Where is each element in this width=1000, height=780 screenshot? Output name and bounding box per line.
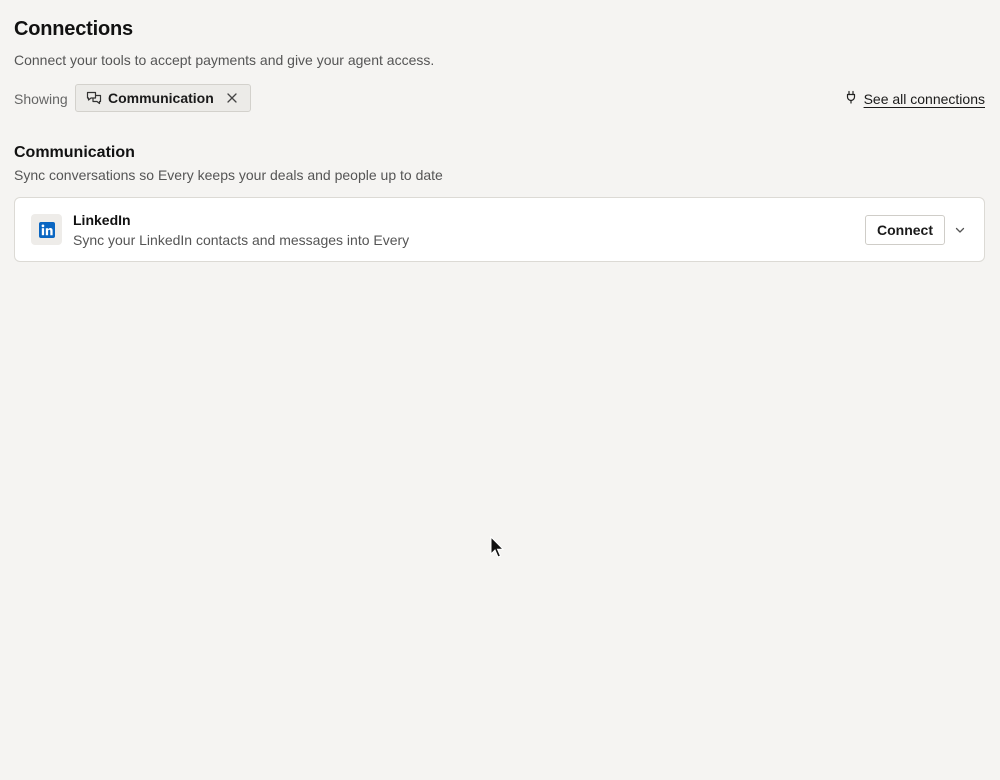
showing-label: Showing [14, 91, 68, 107]
see-all-connections-link[interactable]: See all connections [844, 90, 985, 107]
close-icon[interactable] [224, 90, 240, 106]
see-all-connections-label: See all connections [863, 90, 985, 107]
plug-icon [844, 90, 858, 107]
mouse-cursor-icon [490, 535, 505, 558]
active-filter-chip: Communication [75, 84, 251, 112]
integration-description: Sync your LinkedIn contacts and messages… [73, 232, 410, 248]
linkedin-icon [31, 214, 62, 245]
connections-page: Connections Connect your tools to accept… [0, 0, 1000, 780]
chevron-down-icon[interactable] [952, 222, 968, 238]
integration-name: LinkedIn [73, 212, 131, 228]
filter-bar: Showing Communication See all connection… [14, 84, 985, 114]
filter-chip-label: Communication [108, 90, 214, 106]
chat-bubbles-icon [86, 90, 102, 106]
page-subtitle: Connect your tools to accept payments an… [14, 52, 435, 68]
section-subtitle: Sync conversations so Every keeps your d… [14, 167, 443, 183]
connect-button[interactable]: Connect [865, 215, 945, 245]
integration-card-linkedin: LinkedIn Sync your LinkedIn contacts and… [14, 197, 985, 262]
page-title: Connections [14, 18, 133, 40]
section-title: Communication [14, 144, 135, 161]
